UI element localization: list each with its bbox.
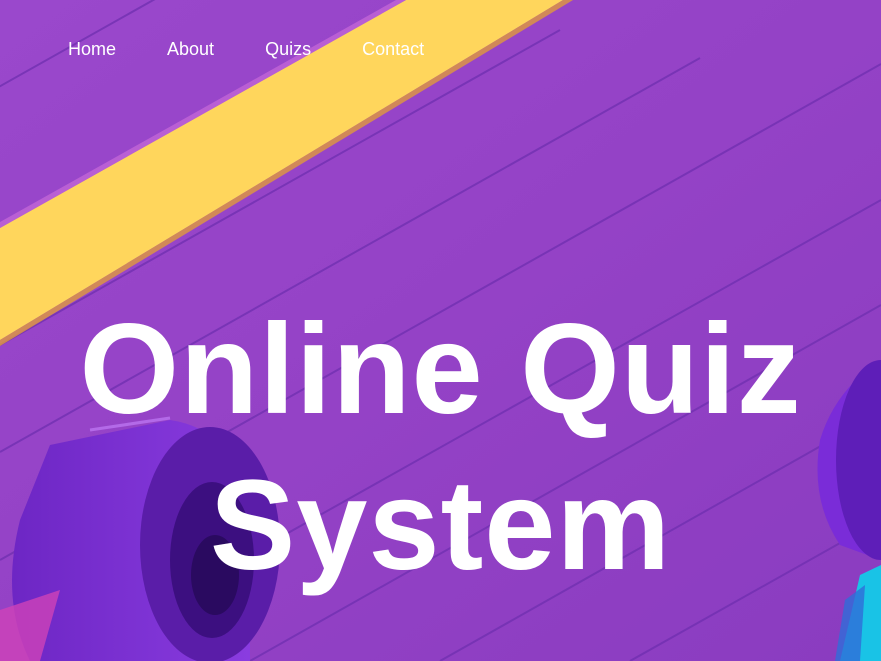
nav-about-link[interactable]: About [167, 37, 214, 61]
hero-title-line-2: System [209, 454, 672, 597]
nav-home-link[interactable]: Home [68, 37, 116, 61]
main-nav: Home About Quizs Contact [68, 37, 424, 61]
nav-contact-link[interactable]: Contact [362, 37, 424, 61]
hero-title-line-1: Online Quiz [79, 298, 802, 441]
nav-quizs-link[interactable]: Quizs [265, 37, 311, 61]
hero-title: Online Quiz System [0, 292, 881, 604]
hero-section: Home About Quizs Contact Online Quiz Sys… [0, 0, 881, 661]
